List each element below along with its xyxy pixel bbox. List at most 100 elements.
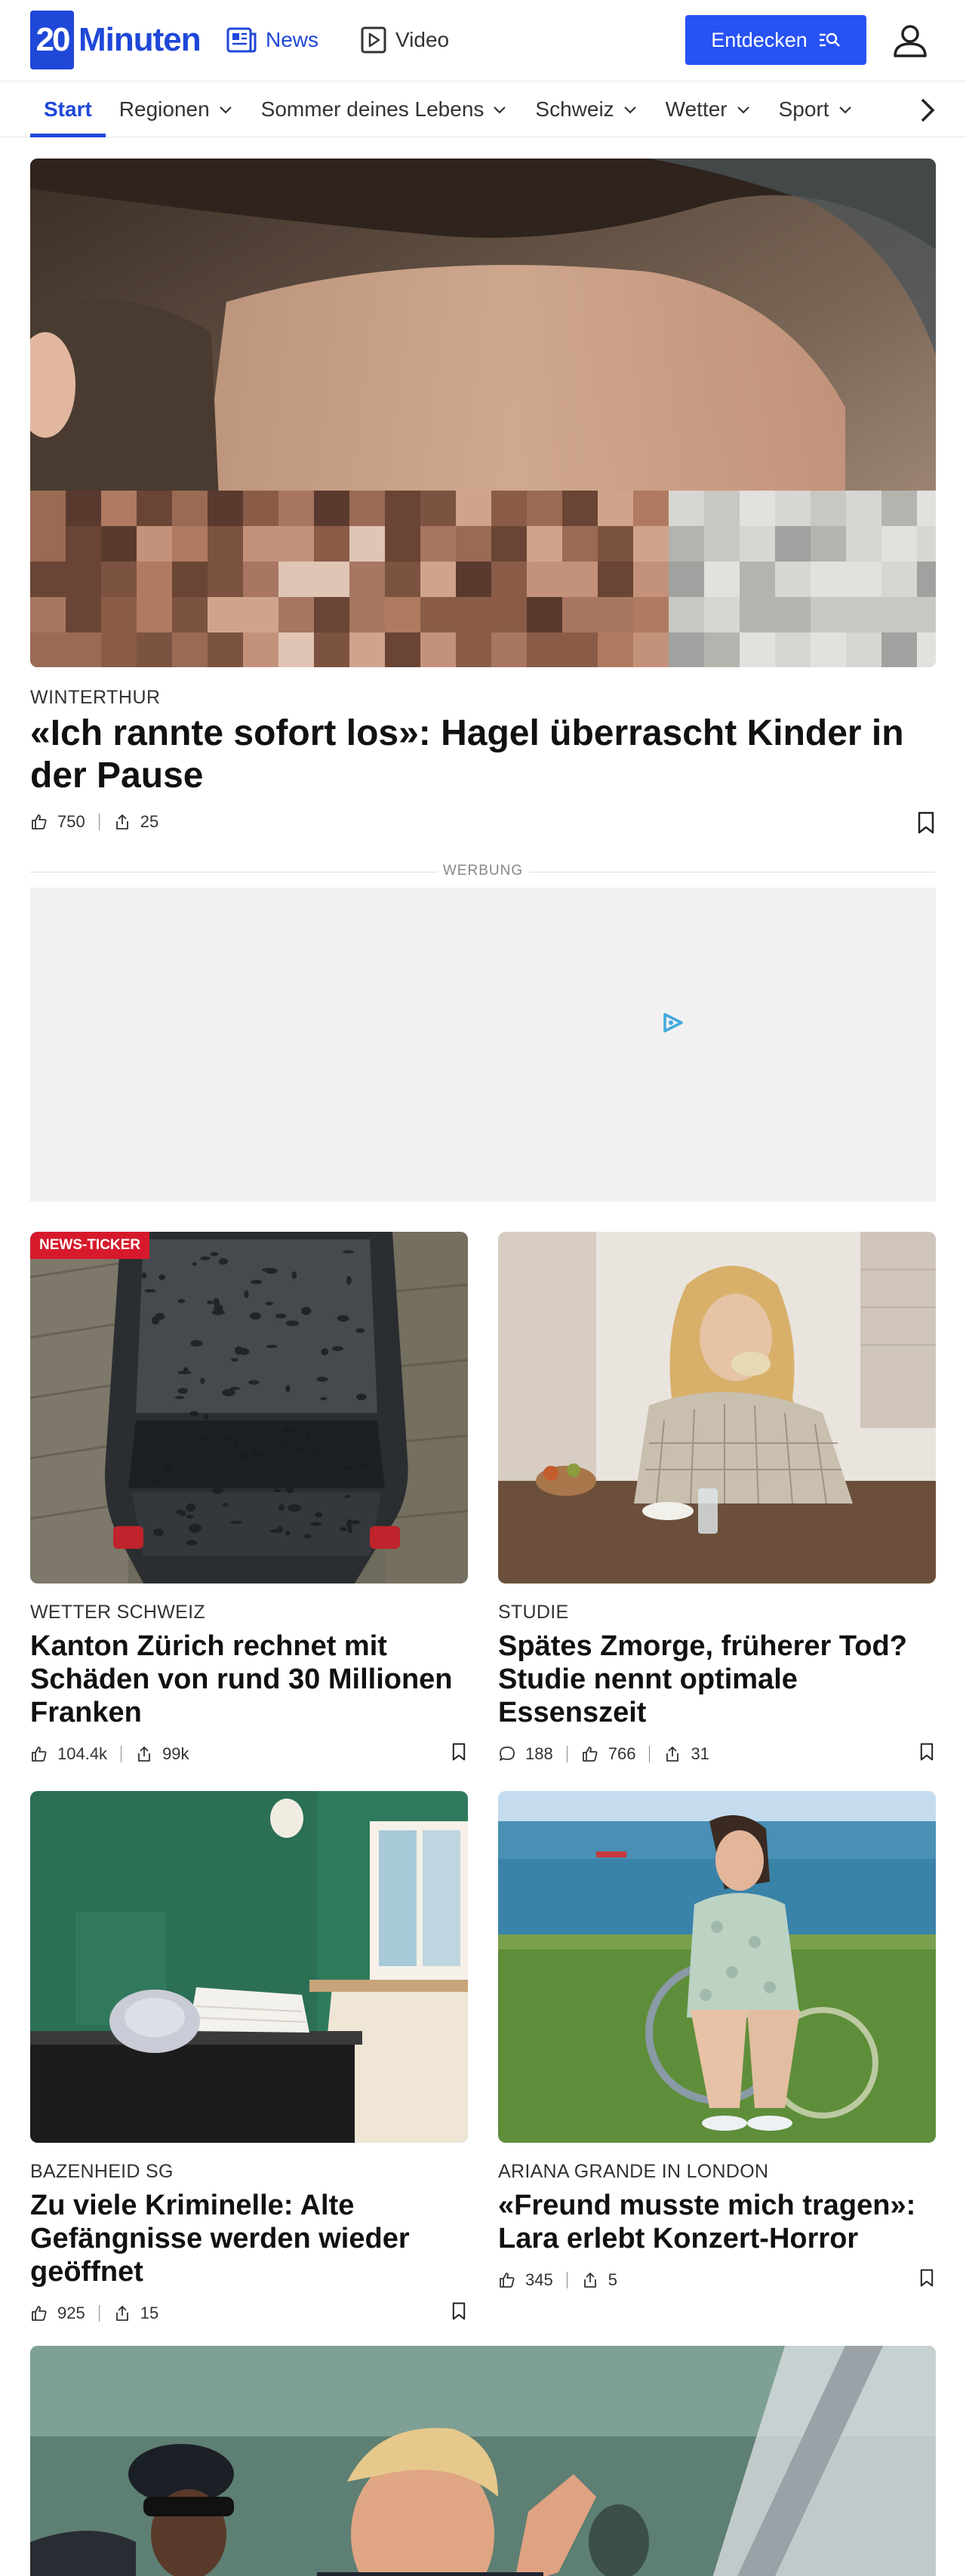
- bookmark-icon[interactable]: [918, 2269, 936, 2287]
- article-card[interactable]: BAZENHEID SG Zu viele Kriminelle: Alte G…: [30, 1791, 468, 2325]
- category-item[interactable]: Regionen: [106, 82, 248, 137]
- censor-pixel: [385, 562, 420, 597]
- hail-dent: [320, 1396, 328, 1401]
- category-item[interactable]: Start: [30, 82, 106, 137]
- ad-choices-icon[interactable]: [660, 1011, 686, 1034]
- chevron-right-icon[interactable]: [912, 95, 942, 125]
- hail-dent: [291, 1271, 297, 1279]
- thumbs-up-icon[interactable]: [498, 2271, 516, 2289]
- article-comments: 188: [525, 1744, 553, 1763]
- top-nav-news[interactable]: News: [226, 23, 318, 57]
- hail-dent: [213, 1487, 223, 1494]
- censor-pixel: [669, 491, 704, 526]
- article-image[interactable]: [498, 1791, 936, 2143]
- censor-pixel: [349, 562, 385, 597]
- censor-pixel: [420, 526, 456, 562]
- censor-pixel: [172, 562, 208, 597]
- censor-pixel: [598, 597, 633, 632]
- hail-dent: [223, 1503, 229, 1507]
- censor-pixel: [314, 562, 349, 597]
- censor-pixel: [811, 597, 846, 632]
- site-logo[interactable]: 20 Minuten: [30, 11, 202, 69]
- category-nav: Start Regionen Sommer deines Lebens Schweiz…: [0, 82, 966, 137]
- user-account-icon[interactable]: [891, 21, 930, 60]
- censor-pixel: [633, 526, 669, 562]
- censor-pixel: [278, 491, 314, 526]
- category-label: Regionen: [118, 97, 210, 121]
- article-title[interactable]: Spätes Zmorge, früherer Tod? Studie nenn…: [498, 1630, 936, 1729]
- hail-dent: [303, 1534, 312, 1539]
- thumbs-up-icon[interactable]: [30, 813, 48, 831]
- article-image[interactable]: [498, 1232, 936, 1583]
- ad-slot[interactable]: [30, 888, 936, 1202]
- censor-pixel: [775, 597, 811, 632]
- category-item[interactable]: Wetter: [652, 82, 765, 137]
- censor-pixel: [137, 632, 172, 667]
- hero-title[interactable]: «Ich rannte sofort los»: Hagel überrasch…: [30, 712, 936, 797]
- category-label: Wetter: [665, 97, 728, 121]
- hail-dent: [337, 1315, 349, 1322]
- hail-dent: [189, 1411, 198, 1417]
- censor-pixel: [137, 562, 172, 597]
- article-card[interactable]: STUDIE Spätes Zmorge, früherer Tod? Stud…: [498, 1232, 936, 1765]
- hail-dent: [200, 1256, 211, 1260]
- article-card[interactable]: NEWS-TICKER WETTER SCHWEIZ Kanton Zürich…: [30, 1232, 468, 1765]
- article-card[interactable]: ARIANA GRANDE IN LONDON «Freund musste m…: [498, 1791, 936, 2291]
- share-icon[interactable]: [663, 1745, 681, 1763]
- category-label: Sommer deines Lebens: [260, 97, 485, 121]
- hero-image[interactable]: [30, 158, 936, 667]
- hail-car-photo: [30, 1232, 468, 1583]
- hail-dent: [222, 1389, 235, 1397]
- censor-pixel: [137, 491, 172, 526]
- hail-dent: [297, 1447, 309, 1451]
- thumbs-up-icon[interactable]: [581, 1745, 599, 1763]
- hail-dent: [346, 1519, 353, 1528]
- hail-dent: [316, 1376, 328, 1382]
- category-label: Start: [44, 97, 92, 121]
- censor-pixel: [740, 597, 775, 632]
- hero-photo: [30, 158, 936, 667]
- article-meta: 345 5: [498, 2269, 936, 2291]
- thumbs-up-icon[interactable]: [30, 1745, 48, 1763]
- censor-pixel: [420, 562, 456, 597]
- article-title[interactable]: Kanton Zürich rechnet mit Schäden von ru…: [30, 1630, 468, 1729]
- category-item[interactable]: Sport: [765, 82, 867, 137]
- hail-dent: [269, 1420, 275, 1429]
- share-icon[interactable]: [581, 2271, 599, 2289]
- article-image[interactable]: [30, 2346, 936, 2576]
- category-item[interactable]: Schweiz: [521, 82, 651, 137]
- hail-dent: [155, 1313, 165, 1320]
- censor-pixel: [491, 597, 527, 632]
- censor-pixel: [349, 632, 385, 667]
- category-item[interactable]: Sommer deines Lebens: [248, 82, 522, 137]
- article-title[interactable]: Zu viele Kriminelle: Alte Gefängnisse we…: [30, 2189, 468, 2288]
- hail-dent: [186, 1540, 198, 1546]
- article-image[interactable]: NEWS-TICKER: [30, 1232, 468, 1583]
- bookmark-icon[interactable]: [450, 2302, 468, 2320]
- bookmark-icon[interactable]: [450, 1743, 468, 1761]
- hail-dent: [207, 1300, 214, 1304]
- entdecken-button[interactable]: Entdecken: [685, 15, 866, 65]
- censor-pixel: [562, 526, 598, 562]
- censor-pixel: [881, 632, 917, 667]
- article-title[interactable]: «Freund musste mich tragen»: Lara erlebt…: [498, 2189, 936, 2255]
- entdecken-label: Entdecken: [711, 28, 808, 51]
- top-nav-video[interactable]: Video: [361, 23, 449, 57]
- hail-dent: [214, 1303, 223, 1313]
- censor-pixel: [917, 562, 936, 597]
- share-icon[interactable]: [135, 1745, 153, 1763]
- bookmark-icon[interactable]: [918, 1743, 936, 1761]
- bookmark-icon[interactable]: [916, 811, 936, 834]
- article-image[interactable]: [30, 1791, 468, 2143]
- censor-pixel: [278, 632, 314, 667]
- comment-icon[interactable]: [498, 1745, 516, 1763]
- thumbs-up-icon[interactable]: [30, 2304, 48, 2322]
- censor-pixel: [527, 597, 562, 632]
- hail-dent: [229, 1386, 241, 1390]
- share-icon[interactable]: [113, 813, 131, 831]
- hail-dent: [310, 1522, 321, 1526]
- share-icon[interactable]: [113, 2304, 131, 2322]
- hail-dent: [190, 1340, 203, 1347]
- pixelated-censor-area: [30, 491, 936, 667]
- censor-pixel: [420, 491, 456, 526]
